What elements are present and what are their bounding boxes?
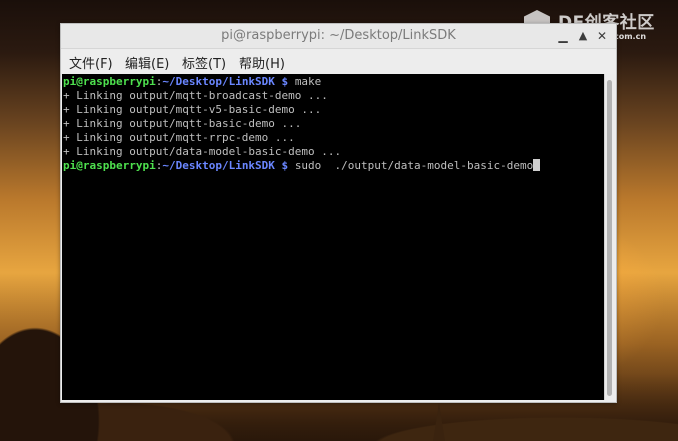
terminal-output-line: + Linking output/mqtt-basic-demo ...: [63, 117, 302, 130]
terminal-line: pi@raspberrypi:~/Desktop/LinkSDK $ sudo …: [63, 159, 541, 173]
menu-help[interactable]: 帮助(H): [239, 53, 285, 72]
prompt-path: ~/Desktop/LinkSDK: [162, 75, 275, 88]
menu-tabs[interactable]: 标签(T): [182, 53, 226, 72]
prompt-path: ~/Desktop/LinkSDK: [162, 159, 275, 172]
prompt-symbol: $: [274, 159, 295, 172]
terminal-output-line: + Linking output/mqtt-rrpc-demo ...: [63, 131, 295, 144]
command-text: make: [294, 75, 322, 88]
terminal-output-line: + Linking output/mqtt-v5-basic-demo ...: [63, 103, 322, 116]
menu-bar: 文件(F) 编辑(E) 标签(T) 帮助(H): [61, 49, 616, 73]
terminal-area[interactable]: pi@raspberrypi:~/Desktop/LinkSDK $ make …: [62, 74, 606, 400]
menu-file[interactable]: 文件(F): [69, 53, 113, 72]
prompt-user: pi@raspberrypi: [63, 159, 156, 172]
terminal-output-line: + Linking output/mqtt-broadcast-demo ...: [63, 89, 328, 102]
background-spire: [433, 403, 445, 441]
title-bar[interactable]: pi@raspberrypi: ~/Desktop/LinkSDK ▁ ▲ ✕: [61, 24, 616, 49]
terminal-window: pi@raspberrypi: ~/Desktop/LinkSDK ▁ ▲ ✕ …: [60, 23, 617, 403]
terminal-line: pi@raspberrypi:~/Desktop/LinkSDK $ make: [63, 75, 321, 89]
close-icon[interactable]: ✕: [593, 27, 611, 45]
terminal-output-line: + Linking output/data-model-basic-demo .…: [63, 145, 342, 158]
menu-edit[interactable]: 编辑(E): [125, 53, 169, 72]
window-title: pi@raspberrypi: ~/Desktop/LinkSDK: [221, 28, 456, 43]
text-cursor: [533, 159, 541, 171]
maximize-icon[interactable]: ▲: [574, 27, 592, 45]
command-input[interactable]: sudo ./output/data-model-basic-demo: [295, 159, 533, 172]
prompt-symbol: $: [274, 75, 295, 88]
minimize-icon[interactable]: ▁: [554, 27, 572, 45]
scrollbar-thumb[interactable]: [607, 80, 612, 396]
terminal-scrollbar[interactable]: [604, 74, 615, 400]
prompt-user: pi@raspberrypi: [63, 75, 156, 88]
